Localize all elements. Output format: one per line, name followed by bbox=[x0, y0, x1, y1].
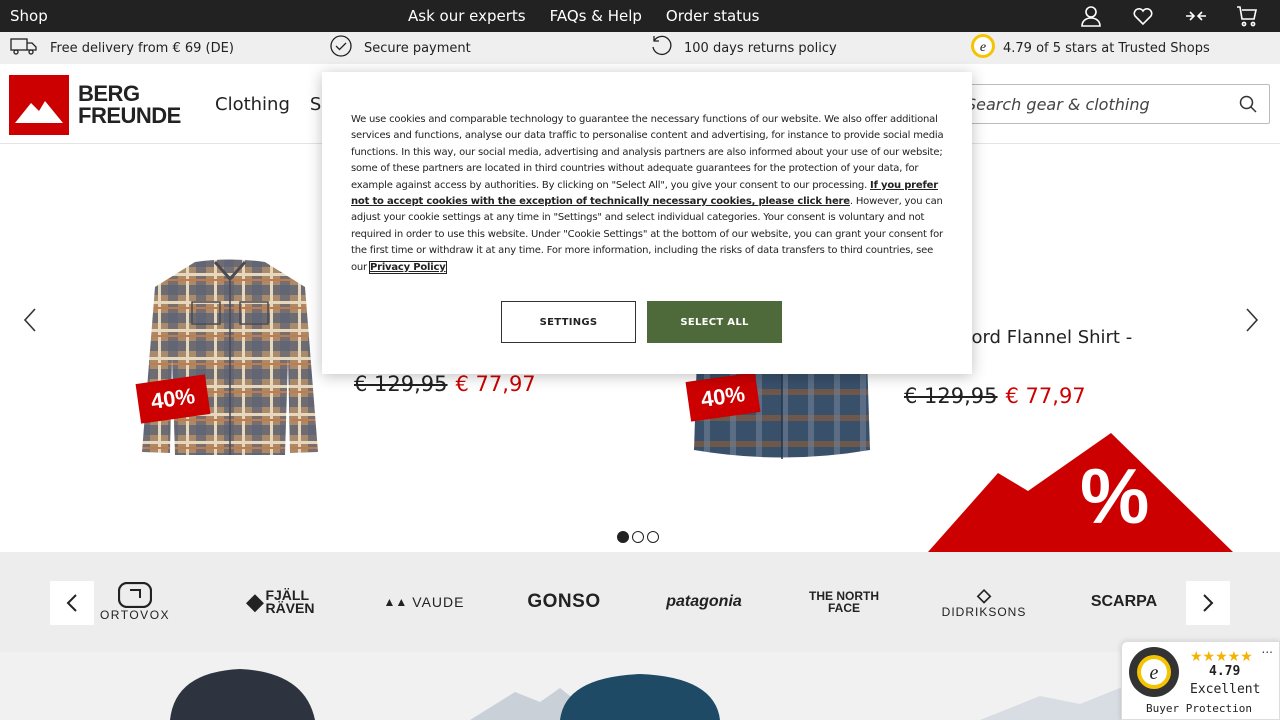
vaude-mountain-icon: ▲▲ bbox=[383, 595, 408, 609]
didriksons-mark-icon: ◇ bbox=[977, 585, 991, 605]
user-icon[interactable] bbox=[1080, 5, 1102, 27]
service-links: Ask our experts FAQs & Help Order status bbox=[408, 7, 759, 25]
search-box bbox=[955, 84, 1270, 124]
brand-logo-gonso[interactable]: GONSO bbox=[509, 582, 619, 622]
brand-name: DIDRIKSONS bbox=[941, 605, 1027, 619]
cookie-consent-dialog: We use cookies and comparable technology… bbox=[322, 72, 972, 374]
cookie-text-intro: We use cookies and comparable technology… bbox=[351, 114, 944, 191]
carousel-dots bbox=[617, 531, 659, 543]
usp-rating-text: 4.79 of 5 stars at Trusted Shops bbox=[1003, 40, 1210, 56]
brand-slider: ORTOVOX ◆ FJÄLL RÄVEN ▲▲ VAUDE GONSO pat… bbox=[0, 552, 1280, 652]
brand-logo-the-north-face[interactable]: THE NORTH FACE bbox=[789, 582, 899, 622]
return-arrow-icon bbox=[650, 35, 672, 61]
brand-name: patagonia bbox=[666, 593, 742, 610]
brand-name: ORTOVOX bbox=[99, 608, 171, 622]
rating-label: Excellent bbox=[1190, 682, 1261, 697]
truck-icon bbox=[10, 37, 38, 59]
bergfreunde-logo[interactable]: BERG FREUNDE bbox=[9, 75, 181, 135]
brand-name: GONSO bbox=[527, 591, 601, 612]
plaid-shirt-image bbox=[140, 257, 320, 457]
search-icon[interactable] bbox=[1239, 95, 1257, 113]
search-input[interactable] bbox=[966, 85, 1226, 123]
mountain-logo-icon bbox=[9, 75, 69, 135]
percent-sign: % bbox=[1080, 452, 1150, 540]
carousel-dot-2[interactable] bbox=[632, 531, 644, 543]
rating-stars: ★★★★★ bbox=[1190, 649, 1253, 665]
ask-experts-link[interactable]: Ask our experts bbox=[408, 7, 526, 25]
old-price: € 129,95 bbox=[904, 384, 998, 408]
brand-name: THE NORTH FACE bbox=[809, 589, 879, 615]
brand-logo-patagonia[interactable]: patagonia bbox=[649, 582, 759, 622]
category-teasers bbox=[0, 652, 1280, 720]
usp-payment: Secure payment bbox=[330, 32, 471, 64]
buyer-protection-label: Buyer Protection bbox=[1146, 702, 1252, 715]
brand-logo-scarpa[interactable]: SCARPA bbox=[1069, 582, 1179, 622]
usp-returns: 100 days returns policy bbox=[650, 32, 837, 64]
teaser-images bbox=[170, 669, 1180, 720]
sale-price: € 77,97 bbox=[455, 372, 536, 396]
check-circle-icon bbox=[330, 35, 352, 61]
product-price: € 129,95 € 77,97 bbox=[904, 384, 1086, 408]
product-price: € 129,95 € 77,97 bbox=[354, 372, 536, 396]
heart-icon[interactable] bbox=[1132, 5, 1154, 27]
nav-clothing[interactable]: Clothing bbox=[215, 94, 290, 115]
brand-name: FJÄLL RÄVEN bbox=[265, 587, 315, 616]
privacy-policy-link[interactable]: Privacy Policy bbox=[368, 260, 447, 274]
brand-logo-didriksons[interactable]: ◇ DIDRIKSONS bbox=[929, 582, 1039, 622]
usp-payment-text: Secure payment bbox=[364, 40, 471, 56]
usp-returns-text: 100 days returns policy bbox=[684, 40, 837, 56]
sale-price: € 77,97 bbox=[1005, 384, 1086, 408]
usp-delivery-text: Free delivery from € 69 (DE) bbox=[50, 40, 234, 56]
cart-icon[interactable] bbox=[1236, 5, 1258, 27]
account-icons bbox=[1080, 5, 1258, 27]
more-options-icon[interactable]: ... bbox=[1262, 642, 1273, 656]
shop-link[interactable]: Shop bbox=[10, 7, 48, 25]
usp-rating[interactable]: e 4.79 of 5 stars at Trusted Shops bbox=[970, 32, 1210, 64]
cookie-text: We use cookies and comparable technology… bbox=[351, 112, 945, 276]
svg-text:e: e bbox=[980, 40, 986, 55]
svg-text:e: e bbox=[1150, 662, 1159, 684]
carousel-prev-arrow[interactable] bbox=[20, 305, 42, 335]
sale-mountain-graphic[interactable]: % bbox=[928, 433, 1233, 552]
brand-name: VAUDE bbox=[412, 594, 465, 610]
trusted-shops-icon: e bbox=[970, 33, 996, 63]
select-all-button[interactable]: SELECT ALL bbox=[647, 301, 782, 343]
logo-line-2: FREUNDE bbox=[78, 103, 181, 128]
fox-icon: ◆ bbox=[246, 589, 264, 614]
rating-score: 4.79 bbox=[1209, 664, 1241, 679]
faq-help-link[interactable]: FAQs & Help bbox=[550, 7, 642, 25]
trusted-shops-seal-icon: e bbox=[1128, 646, 1180, 698]
carousel-dot-1[interactable] bbox=[617, 531, 629, 543]
compare-icon[interactable] bbox=[1184, 5, 1206, 27]
brand-next-arrow[interactable] bbox=[1186, 581, 1230, 625]
carousel-next-arrow[interactable] bbox=[1240, 305, 1262, 335]
logo-wordmark: BERG FREUNDE bbox=[78, 83, 181, 127]
usp-delivery: Free delivery from € 69 (DE) bbox=[10, 32, 234, 64]
ortovox-mark-icon bbox=[118, 582, 152, 608]
order-status-link[interactable]: Order status bbox=[666, 7, 760, 25]
usp-bar: Free delivery from € 69 (DE) Secure paym… bbox=[0, 32, 1280, 64]
trusted-shops-badge[interactable]: e ★★★★★ ... 4.79 Excellent Buyer Protect… bbox=[1121, 641, 1280, 720]
logo-line-1: BERG bbox=[78, 81, 140, 106]
brand-logo-fjallraven[interactable]: ◆ FJÄLL RÄVEN bbox=[229, 582, 339, 622]
old-price: € 129,95 bbox=[354, 372, 448, 396]
brand-name: SCARPA bbox=[1090, 593, 1158, 610]
brand-logo-vaude[interactable]: ▲▲ VAUDE bbox=[369, 582, 479, 622]
cookie-settings-button[interactable]: SETTINGS bbox=[501, 301, 636, 343]
brand-logo-ortovox[interactable]: ORTOVOX bbox=[80, 582, 190, 622]
top-bar: Shop Ask our experts FAQs & Help Order s… bbox=[0, 0, 1280, 32]
carousel-dot-3[interactable] bbox=[647, 531, 659, 543]
main-nav: Clothing Sh bbox=[215, 94, 333, 115]
